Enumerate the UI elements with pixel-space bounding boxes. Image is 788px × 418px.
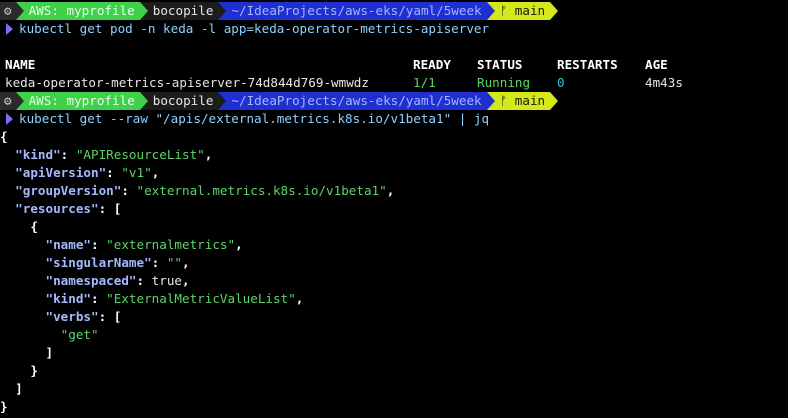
json-key: "groupVersion" bbox=[15, 183, 122, 198]
terminal-window: ⚙ AWS: myprofile bocopile ~/IdeaProjects… bbox=[0, 0, 788, 418]
json-key: "name" bbox=[45, 237, 92, 252]
pod-status: Running bbox=[477, 75, 531, 90]
command-text: kubectl get pod -n keda -l app=keda-oper… bbox=[19, 21, 490, 36]
json-value: "APIResourceList" bbox=[75, 147, 205, 162]
json-value: "get" bbox=[60, 327, 99, 342]
json-line: "groupVersion": "external.metrics.k8s.io… bbox=[15, 183, 395, 198]
col-age-header: AGE bbox=[645, 57, 668, 72]
json-line: "kind": "ExternalMetricValueList", bbox=[45, 291, 304, 306]
powerline-separator bbox=[486, 92, 495, 110]
json-line: } bbox=[0, 363, 38, 378]
json-key: "singularName" bbox=[45, 255, 152, 270]
powerline-separator bbox=[486, 2, 495, 20]
powerline-separator bbox=[550, 2, 559, 20]
powerline-separator bbox=[15, 2, 24, 20]
json-value: "" bbox=[166, 255, 182, 270]
os-icon: ⚙ bbox=[0, 92, 16, 110]
pod-restarts: 0 bbox=[557, 75, 565, 90]
prompt-arrow-icon bbox=[6, 113, 13, 125]
table-header: NAME READY STATUS RESTARTS AGE bbox=[0, 56, 788, 74]
git-branch-icon: ᚠ bbox=[499, 93, 508, 108]
powerline-separator bbox=[139, 2, 148, 20]
command-text: kubectl get --raw "/apis/external.metric… bbox=[19, 111, 490, 126]
json-value: "externalmetrics" bbox=[106, 237, 236, 252]
json-key: "kind" bbox=[45, 291, 92, 306]
powerline-separator bbox=[218, 2, 227, 20]
table-row: keda-operator-metrics-apiserver-74d844d7… bbox=[0, 74, 788, 92]
json-key: "apiVersion" bbox=[15, 165, 107, 180]
powerline-separator bbox=[139, 92, 148, 110]
command-line: kubectl get pod -n keda -l app=keda-oper… bbox=[0, 20, 788, 38]
path-segment: ~/IdeaProjects/aws-eks/yaml/5week bbox=[226, 92, 487, 110]
os-icon: ⚙ bbox=[0, 2, 16, 20]
pod-age: 4m43s bbox=[645, 75, 683, 90]
json-line: "get" bbox=[0, 326, 788, 344]
powerline-separator bbox=[218, 92, 227, 110]
user-segment: bocopile bbox=[147, 2, 219, 20]
user-segment: bocopile bbox=[147, 92, 219, 110]
json-line: } bbox=[0, 399, 8, 414]
json-line: "namespaced": true, bbox=[45, 273, 190, 288]
col-name-header: NAME bbox=[5, 57, 36, 72]
json-line: "kind": "APIResourceList", bbox=[15, 147, 213, 162]
path-segment: ~/IdeaProjects/aws-eks/yaml/5week bbox=[226, 2, 487, 20]
shell-prompt: ⚙ AWS: myprofile bocopile ~/IdeaProjects… bbox=[0, 2, 788, 20]
json-line: "resources": [ bbox=[15, 201, 122, 216]
git-branch-segment: ᚠ main bbox=[494, 2, 551, 20]
json-key: "namespaced" bbox=[45, 273, 137, 288]
git-branch-segment: ᚠ main bbox=[494, 92, 551, 110]
json-value: "external.metrics.k8s.io/v1beta1" bbox=[136, 183, 387, 198]
json-key: "kind" bbox=[15, 147, 61, 162]
json-line: "apiVersion": "v1", bbox=[15, 165, 160, 180]
git-branch-name: main bbox=[514, 93, 546, 108]
json-key: "verbs" bbox=[45, 309, 99, 324]
json-line: ] bbox=[0, 381, 23, 396]
powerline-separator bbox=[550, 92, 559, 110]
json-value: true bbox=[151, 273, 183, 288]
pod-name: keda-operator-metrics-apiserver-74d844d7… bbox=[5, 75, 369, 90]
shell-prompt: ⚙ AWS: myprofile bocopile ~/IdeaProjects… bbox=[0, 92, 788, 110]
command-line: kubectl get --raw "/apis/external.metric… bbox=[0, 110, 788, 128]
json-line: { bbox=[0, 219, 38, 234]
prompt-arrow-icon bbox=[6, 23, 13, 35]
git-branch-icon: ᚠ bbox=[499, 3, 508, 18]
col-ready-header: READY bbox=[413, 57, 451, 72]
powerline-separator bbox=[15, 92, 24, 110]
json-value: "v1" bbox=[121, 165, 152, 180]
aws-profile-segment: AWS: myprofile bbox=[23, 2, 140, 20]
col-status-header: STATUS bbox=[477, 57, 523, 72]
json-key: "resources" bbox=[15, 201, 99, 216]
json-line: "verbs": [ bbox=[45, 309, 122, 324]
json-line: ] bbox=[0, 345, 54, 360]
git-branch-name: main bbox=[514, 3, 546, 18]
aws-profile-segment: AWS: myprofile bbox=[23, 92, 140, 110]
json-value: "ExternalMetricValueList" bbox=[106, 291, 296, 306]
pod-ready: 1/1 bbox=[413, 75, 436, 90]
col-restarts-header: RESTARTS bbox=[557, 57, 618, 72]
json-line: { bbox=[0, 129, 8, 144]
json-line: "singularName": "", bbox=[45, 255, 190, 270]
json-line: "name": "externalmetrics", bbox=[45, 237, 243, 252]
